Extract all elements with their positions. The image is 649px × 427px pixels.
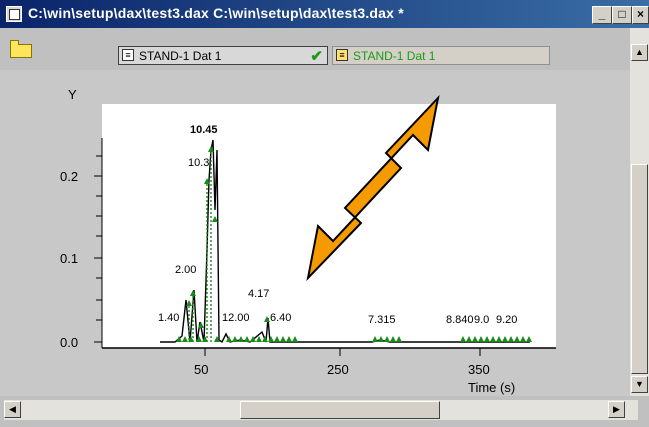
tab2-label: STAND-1 Dat 1 <box>353 49 436 63</box>
document-icon: ≡ <box>122 49 134 61</box>
scroll-right-button[interactable]: ▶ <box>608 401 625 418</box>
scroll-up-button[interactable]: ▲ <box>631 44 648 61</box>
y-tick-label-0.2: 0.2 <box>60 169 78 184</box>
y-tick-label-0.1: 0.1 <box>60 251 78 266</box>
chromatogram-chart: Y 0.2 0.1 0.0 50 250 350 Time (s) 10.45 … <box>60 87 556 395</box>
tab1-label: STAND-1 Dat 1 <box>139 49 222 63</box>
peak-label-2: 10.3 <box>188 157 209 169</box>
peak-label-4: 4.17 <box>248 288 269 300</box>
vertical-scrollbar[interactable]: ▲ ▼ <box>630 28 649 396</box>
application-window: C:\win\setup\dax\test3.dax C:\win\setup\… <box>0 0 649 427</box>
x-tick-label-50: 50 <box>194 362 208 377</box>
scroll-down-button[interactable]: ▼ <box>631 376 648 393</box>
checkmark-icon: ✔ <box>310 48 323 65</box>
document-yellow-icon: ≡ <box>336 49 348 61</box>
peak-label-5: 1.40 <box>158 312 179 324</box>
peak-label-1: 10.45 <box>190 124 218 136</box>
vertical-scroll-thumb[interactable] <box>631 164 648 374</box>
horizontal-scroll-thumb[interactable] <box>240 401 440 419</box>
peak-label-8: 7.315 <box>368 314 396 326</box>
y-minor-ticks <box>96 155 102 321</box>
x-axis-label: Time (s) <box>468 380 515 395</box>
close-button[interactable]: × <box>632 6 649 24</box>
tab-stand-1-active[interactable]: ≡ STAND-1 Dat 1 ✔ <box>118 46 328 65</box>
horizontal-scrollbar[interactable]: ◀ ▶ <box>0 396 649 427</box>
x-tick-label-350: 350 <box>468 362 490 377</box>
peak-label-9: 8.840 <box>446 314 474 326</box>
window-icon[interactable] <box>6 6 22 22</box>
folder-icon[interactable] <box>10 40 32 58</box>
tab-stand-1-inactive[interactable]: ≡ STAND-1 Dat 1 <box>332 46 550 65</box>
maximize-button[interactable]: □ <box>612 6 632 24</box>
chart-area: Y 0.2 0.1 0.0 50 250 350 Time (s) 10.45 … <box>0 70 630 396</box>
peak-label-7: 6.40 <box>270 312 291 324</box>
title-bar[interactable]: C:\win\setup\dax\test3.dax C:\win\setup\… <box>0 0 649 28</box>
peak-label-6: 12.00 <box>222 312 250 324</box>
scroll-left-button[interactable]: ◀ <box>4 401 21 418</box>
y-tick-label-0.0: 0.0 <box>60 335 78 350</box>
window-title: C:\win\setup\dax\test3.dax C:\win\setup\… <box>28 5 404 21</box>
peak-label-3: 2.00 <box>175 264 196 276</box>
peak-label-10: 9.0 <box>474 314 489 326</box>
y-axis-label: Y <box>68 87 77 102</box>
minimize-button[interactable]: _ <box>592 6 612 24</box>
x-tick-label-250: 250 <box>327 362 349 377</box>
toolbar: ≡ STAND-1 Dat 1 ✔ ≡ STAND-1 Dat 1 <box>0 28 630 70</box>
peak-label-11: 9.20 <box>496 314 517 326</box>
